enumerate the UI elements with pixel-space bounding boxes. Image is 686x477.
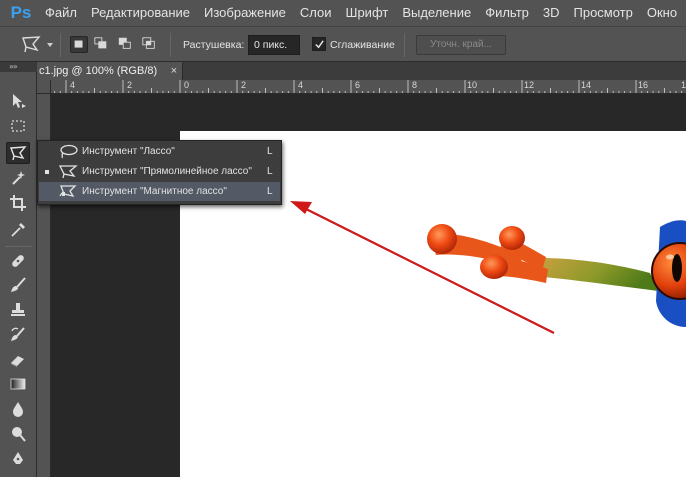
close-icon[interactable]: × [168,62,180,80]
divider [60,33,61,57]
chevron-down-icon[interactable] [47,43,53,47]
magic-wand-icon [12,171,25,185]
clone-stamp-tool[interactable] [6,299,30,321]
ruler-label: 2 [127,80,133,90]
flyout-item-lasso[interactable]: Инструмент "Лассо" L [39,142,280,161]
clone-stamp-icon [11,303,25,316]
checkmark-icon [314,39,324,48]
eyedropper-tool[interactable] [6,219,30,241]
rect-marquee-tool[interactable] [6,115,30,137]
crop-tool[interactable] [6,192,30,214]
document-tab-title: c1.jpg @ 100% (RGB/8) [39,65,158,77]
subtract-selection-button[interactable] [117,36,135,53]
divider [5,246,32,247]
ruler-label: 2 [241,80,247,90]
polygonal-lasso-icon [10,146,27,161]
menu-filter[interactable]: Фильтр [478,0,536,26]
pen-icon [13,452,23,464]
photoshop-logo: Ps [10,3,32,22]
menu-select[interactable]: Выделение [395,0,478,26]
menu-view[interactable]: Просмотр [567,0,640,26]
flyout-item-magnetic-lasso[interactable]: Инструмент "Магнитное лассо" L [39,182,280,201]
tool-preset-picker[interactable] [20,34,42,54]
current-tool-indicator [45,170,49,174]
intersect-selection-icon [142,37,155,49]
eraser-tool[interactable] [6,349,30,371]
refine-edge-button[interactable]: Уточн. край... [416,35,506,55]
gradient-icon [10,378,26,390]
dodge-tool[interactable] [6,423,30,445]
lasso-icon [60,144,78,159]
crop-icon [10,195,26,211]
feather-label: Растушевка: [183,39,245,51]
menu-window[interactable]: Окно [640,0,684,26]
pen-tool[interactable] [6,448,30,470]
lasso-tool[interactable] [6,142,30,164]
feather-input[interactable]: 0 пикс. [248,35,300,55]
polygonal-lasso-icon [22,36,41,53]
subtract-selection-icon [118,37,131,49]
eraser-icon [11,356,24,367]
flyout-item-label: Инструмент "Лассо" [82,146,175,157]
add-to-selection-button[interactable] [93,36,111,53]
dodge-icon [12,427,26,442]
anti-alias-checkbox[interactable] [312,37,326,51]
ruler-label: 8 [412,80,418,90]
ruler-label: 12 [524,80,535,90]
flyout-item-shortcut: L [267,146,273,157]
rect-marquee-icon [11,120,25,132]
new-selection-button[interactable] [70,36,88,53]
flyout-item-shortcut: L [267,166,273,177]
divider [404,33,405,57]
menu-bar: Ps Файл Редактирование Изображение Слои … [0,0,686,26]
brush-icon [11,277,26,292]
blur-icon [13,402,23,417]
brush-tool[interactable] [6,274,30,296]
tools-panel: »» [0,62,37,477]
menu-file[interactable]: Файл [38,0,84,26]
polygonal-lasso-icon [58,165,78,179]
flyout-item-label: Инструмент "Прямолинейное лассо" [82,166,252,177]
document-tab-bar: c1.jpg @ 100% (RGB/8) × [37,62,686,80]
lasso-tool-flyout: Инструмент "Лассо" L Инструмент "Прямоли… [37,140,282,205]
ruler-label: 18 [681,80,686,90]
menu-edit[interactable]: Редактирование [84,0,197,26]
healing-brush-tool[interactable] [6,250,30,272]
add-selection-icon [94,37,107,49]
new-selection-icon [74,40,83,48]
ruler-label: 0 [184,80,190,90]
blur-tool[interactable] [6,398,30,420]
ruler-origin[interactable] [37,80,51,94]
eyedropper-icon [11,223,25,237]
options-bar: Растушевка: 0 пикс. Сглаживание Уточн. к… [0,26,686,62]
panel-collapse-handle[interactable]: »» [0,62,37,72]
move-icon [13,94,26,108]
menu-layer[interactable]: Слои [293,0,339,26]
flyout-item-polygonal-lasso[interactable]: Инструмент "Прямолинейное лассо" L [39,162,280,181]
ruler-label: 4 [298,80,304,90]
menu-type[interactable]: Шрифт [339,0,396,26]
ruler-label: 14 [581,80,592,90]
anti-alias-label: Сглаживание [330,39,395,51]
menu-3d[interactable]: 3D [536,0,567,26]
flyout-item-shortcut: L [267,186,273,197]
healing-brush-icon [12,255,24,267]
ruler-label: 4 [70,80,76,90]
history-brush-icon [11,327,25,341]
history-brush-tool[interactable] [6,324,30,346]
document-tab[interactable]: c1.jpg @ 100% (RGB/8) × [37,62,183,80]
divider [170,33,171,57]
intersect-selection-button[interactable] [141,36,159,53]
ruler-label: 6 [355,80,361,90]
horizontal-ruler: 4 2 0 2 4 6 8 10 12 14 16 18 [37,80,686,94]
flyout-item-label: Инструмент "Магнитное лассо" [82,186,227,197]
ruler-label: 16 [638,80,649,90]
magic-wand-tool[interactable] [6,167,30,189]
gradient-tool[interactable] [6,373,30,395]
menu-image[interactable]: Изображение [197,0,293,26]
move-tool[interactable] [6,90,30,112]
ruler-label: 10 [467,80,478,90]
magnetic-lasso-icon [59,185,77,197]
